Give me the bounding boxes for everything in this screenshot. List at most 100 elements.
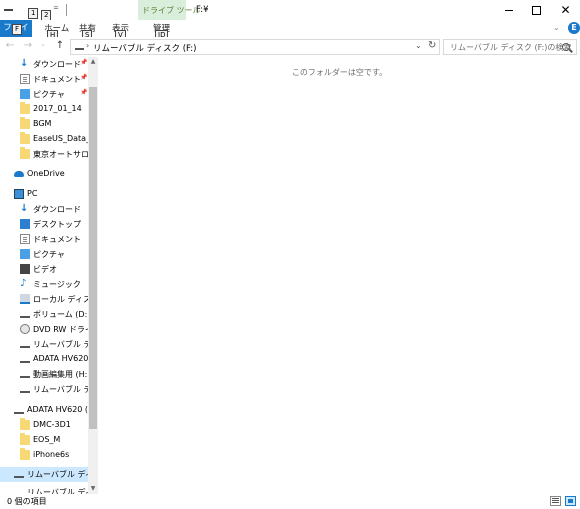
refresh-icon[interactable]: ↻: [428, 40, 436, 51]
folder-icon: [20, 117, 30, 129]
quick-access-item[interactable]: 2017_01_14: [0, 102, 90, 117]
address-bar[interactable]: › リムーバブル ディスク (F:) ⌄ ↻: [70, 39, 440, 55]
quick-access-item[interactable]: EaseUS_Data_Re: [0, 132, 90, 147]
drive-icon: [14, 471, 24, 478]
video-icon: [20, 264, 30, 274]
address-path[interactable]: リムーバブル ディスク (F:): [93, 42, 196, 54]
recent-locations-icon[interactable]: ⌄: [40, 40, 46, 48]
pc-item[interactable]: ADATA HV620 (G: [0, 352, 90, 367]
tab-file[interactable]: ファイル F: [0, 20, 32, 50]
search-placeholder[interactable]: リムーバブル ディスク (F:)の検索: [450, 42, 571, 53]
drive-icon: [20, 311, 30, 318]
search-box[interactable]: リムーバブル ディスク (F:)の検索: [443, 39, 577, 55]
pc-item[interactable]: ドキュメント: [0, 232, 90, 247]
nav-item-label: ボリューム (D:): [33, 310, 90, 319]
nav-item-label: ドキュメント: [33, 75, 81, 84]
pc-item[interactable]: ビデオ: [0, 262, 90, 277]
close-button[interactable]: ✕: [551, 0, 580, 20]
download-icon: ↓: [20, 58, 29, 69]
pc-item[interactable]: ローカル ディスク (C: [0, 292, 90, 307]
nav-scrollbar[interactable]: ▲ ▼: [88, 57, 98, 494]
nav-item-label: DMC-3D1: [33, 420, 71, 429]
maximize-button[interactable]: [522, 0, 551, 20]
nav-item-label: リムーバブル ディスク (: [27, 488, 90, 494]
minimize-button[interactable]: [494, 0, 523, 20]
drive-icon: [20, 341, 30, 348]
quick-access-item[interactable]: ドキュメント 📌: [0, 72, 90, 87]
scrollbar-thumb[interactable]: [89, 87, 97, 429]
document-icon: [20, 74, 30, 84]
pc-item[interactable]: リムーバブル ディスク: [0, 337, 90, 352]
nav-item-label: リムーバブル ディスク: [33, 385, 90, 394]
customize-quick-access-icon[interactable]: =: [53, 4, 61, 16]
nav-onedrive[interactable]: OneDrive: [0, 167, 90, 182]
pc-item[interactable]: ♪ ミュージック: [0, 277, 90, 292]
forward-button[interactable]: →: [21, 39, 35, 53]
system-menu-icon[interactable]: [4, 4, 13, 16]
download-icon: ↓: [20, 203, 29, 214]
adata-folder[interactable]: iPhone6s: [0, 448, 90, 463]
drive-icon: [20, 386, 30, 393]
quick-access-item[interactable]: ↓ ダウンロード 📌: [0, 57, 90, 72]
picture-icon: [20, 249, 30, 259]
nav-item-label: リムーバブル ディスク (: [27, 470, 90, 479]
explorer-window: 1 2 = ドライブ ツール F:¥ ✕ ファイル F ホーム H 共有 S 表…: [0, 0, 580, 509]
nav-item-label: ピクチャ: [33, 90, 65, 99]
pc-icon: [14, 189, 24, 199]
pc-item[interactable]: ↓ ダウンロード: [0, 202, 90, 217]
nav-item-label: デスクトップ: [33, 220, 81, 229]
nav-item-label: EOS_M: [33, 435, 61, 444]
adata-folder[interactable]: EOS_M: [0, 433, 90, 448]
properties-icon[interactable]: 1: [24, 4, 39, 19]
folder-icon: [20, 147, 30, 159]
window-title: F:¥: [196, 5, 209, 15]
pc-item[interactable]: DVD RW ドライブ (: [0, 322, 90, 337]
back-button[interactable]: ←: [3, 39, 17, 53]
pc-item[interactable]: デスクトップ: [0, 217, 90, 232]
navigation-bar: ← → ⌄ ↑ › リムーバブル ディスク (F:) ⌄ ↻ リムーバブル ディ…: [0, 37, 580, 57]
quick-access-item[interactable]: BGM: [0, 117, 90, 132]
quick-access-item[interactable]: 東京オートサロン20: [0, 147, 90, 162]
keytip-1: 1: [28, 8, 39, 19]
ribbon-tabs: ファイル F ホーム H 共有 S 表示 V 管理 JD ⌄ E: [0, 20, 580, 50]
folder-icon: [20, 102, 30, 114]
drive-icon: [20, 371, 30, 378]
nav-item-label: ミュージック: [33, 280, 81, 289]
adata-folder[interactable]: DMC-3D1: [0, 418, 90, 433]
scroll-down-icon[interactable]: ▼: [88, 484, 98, 494]
nav-removable-selected[interactable]: リムーバブル ディスク (: [0, 467, 90, 482]
nav-item-label: iPhone6s: [33, 450, 70, 459]
expand-ribbon-icon[interactable]: ⌄: [553, 23, 560, 32]
nav-item-label: BGM: [33, 119, 52, 128]
breadcrumb-chevron-icon[interactable]: ›: [86, 41, 89, 50]
nav-item-label: 東京オートサロン20: [33, 150, 90, 159]
pc-item[interactable]: ピクチャ: [0, 247, 90, 262]
keytip-file: F: [12, 24, 23, 35]
pc-item[interactable]: リムーバブル ディスク: [0, 382, 90, 397]
item-count: 0 個の項目: [7, 497, 47, 506]
cloud-icon: [14, 171, 24, 177]
folder-icon: [20, 132, 30, 144]
dvd-drive-icon: [20, 324, 30, 334]
large-icons-view-icon[interactable]: [565, 496, 576, 506]
scroll-up-icon[interactable]: ▲: [88, 57, 98, 67]
nav-removable-partial[interactable]: リムーバブル ディスク (: [0, 485, 90, 494]
quick-access-item[interactable]: ピクチャ 📌: [0, 87, 90, 102]
details-view-icon[interactable]: [550, 496, 561, 506]
folder-icon: [20, 448, 30, 460]
nav-item-label: PC: [27, 189, 38, 198]
file-list[interactable]: このフォルダーは空です。: [99, 57, 580, 494]
up-button[interactable]: ↑: [53, 39, 67, 53]
address-dropdown-icon[interactable]: ⌄: [415, 41, 422, 50]
nav-item-label: DVD RW ドライブ (: [33, 325, 90, 334]
quick-access-separator: [66, 4, 67, 16]
pc-item[interactable]: 動画編集用 (H:): [0, 367, 90, 382]
desktop-icon: [20, 219, 30, 229]
nav-adata-drive[interactable]: ADATA HV620 (G:: [0, 403, 90, 418]
drive-icon: [20, 356, 30, 363]
help-icon[interactable]: E: [568, 22, 580, 34]
nav-pc[interactable]: PC: [0, 187, 90, 202]
pc-item[interactable]: ボリューム (D:): [0, 307, 90, 322]
new-folder-icon[interactable]: 2: [38, 4, 52, 21]
nav-item-label: ダウンロード: [33, 205, 81, 214]
